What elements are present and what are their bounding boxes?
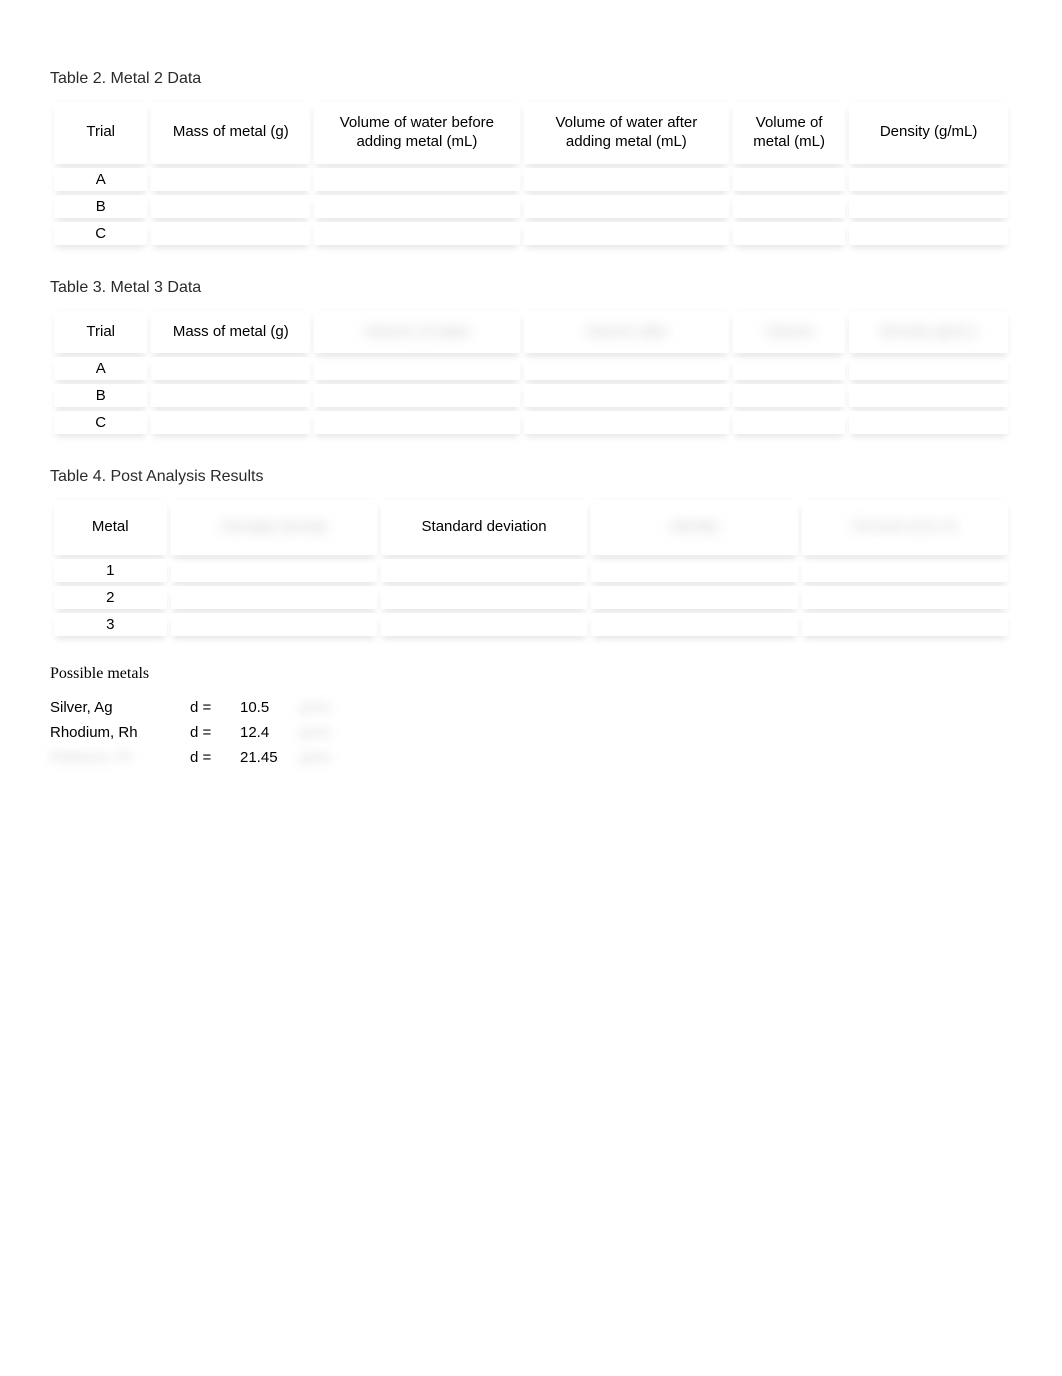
- col-blurred: Density (g/mL): [849, 311, 1008, 354]
- col-blurred: Volume after: [524, 311, 729, 354]
- table3-header-row: Trial Mass of metal (g) Volume of water …: [54, 311, 1008, 354]
- table-row: 3: [54, 613, 1008, 636]
- trial-cell: C: [54, 222, 147, 245]
- density-unit-blurred: g/mL: [300, 695, 349, 720]
- table-row: 2: [54, 586, 1008, 609]
- density-equals: d =: [190, 745, 240, 770]
- table-row: C: [54, 222, 1008, 245]
- possible-metals-heading: Possible metals: [50, 665, 1012, 683]
- metal-name: Silver, Ag: [50, 695, 190, 720]
- trial-cell: A: [54, 168, 147, 191]
- trial-cell: A: [54, 357, 147, 380]
- col-mass: Mass of metal (g): [151, 311, 310, 354]
- possible-metals-list: Silver, Ag d = 10.5 g/mL Rhodium, Rh d =…: [50, 695, 349, 770]
- col-blurred: Volume of water: [314, 311, 519, 354]
- col-stddev: Standard deviation: [381, 500, 587, 555]
- density-value: 12.4: [240, 720, 300, 745]
- trial-cell: B: [54, 195, 147, 218]
- table-row: 1: [54, 559, 1008, 582]
- table-row: B: [54, 384, 1008, 407]
- list-item: Rhodium, Rh d = 12.4 g/mL: [50, 720, 349, 745]
- table3-title: Table 3. Metal 3 Data: [50, 279, 1012, 297]
- list-item: Silver, Ag d = 10.5 g/mL: [50, 695, 349, 720]
- col-trial: Trial: [54, 102, 147, 164]
- density-equals: d =: [190, 720, 240, 745]
- col-blurred: Average density: [171, 500, 377, 555]
- table4-header-row: Metal Average density Standard deviation…: [54, 500, 1008, 555]
- col-vol-metal: Volume of metal (mL): [733, 102, 845, 164]
- metal-cell: 3: [54, 613, 167, 636]
- list-item: Platinum, Pt d = 21.45 g/mL: [50, 745, 349, 770]
- table3: Trial Mass of metal (g) Volume of water …: [50, 307, 1012, 439]
- density-value: 10.5: [240, 695, 300, 720]
- col-blurred: Volume: [733, 311, 845, 354]
- col-metal: Metal: [54, 500, 167, 555]
- table2-header-row: Trial Mass of metal (g) Volume of water …: [54, 102, 1008, 164]
- table2: Trial Mass of metal (g) Volume of water …: [50, 98, 1012, 249]
- density-unit-blurred: g/mL: [300, 720, 349, 745]
- col-mass: Mass of metal (g): [151, 102, 310, 164]
- table-row: B: [54, 195, 1008, 218]
- col-vol-after: Volume of water after adding metal (mL): [524, 102, 729, 164]
- metal-name-blurred: Platinum, Pt: [50, 745, 190, 770]
- trial-cell: B: [54, 384, 147, 407]
- metal-name: Rhodium, Rh: [50, 720, 190, 745]
- metal-cell: 1: [54, 559, 167, 582]
- table4: Metal Average density Standard deviation…: [50, 496, 1012, 640]
- col-blurred: Identity: [591, 500, 797, 555]
- col-trial: Trial: [54, 311, 147, 354]
- density-value: 21.45: [240, 745, 300, 770]
- table4-title: Table 4. Post Analysis Results: [50, 468, 1012, 486]
- metal-cell: 2: [54, 586, 167, 609]
- density-unit-blurred: g/mL: [300, 745, 349, 770]
- table-row: C: [54, 411, 1008, 434]
- trial-cell: C: [54, 411, 147, 434]
- col-density: Density (g/mL): [849, 102, 1008, 164]
- table2-title: Table 2. Metal 2 Data: [50, 70, 1012, 88]
- density-equals: d =: [190, 695, 240, 720]
- table-row: A: [54, 357, 1008, 380]
- col-blurred: Percent error %: [802, 500, 1008, 555]
- col-vol-before: Volume of water before adding metal (mL): [314, 102, 519, 164]
- table-row: A: [54, 168, 1008, 191]
